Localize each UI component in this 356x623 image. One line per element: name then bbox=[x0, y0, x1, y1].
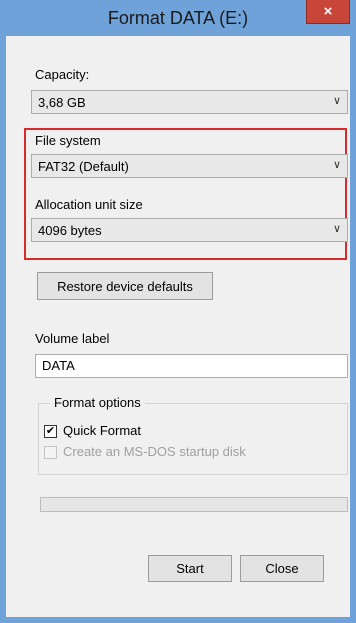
dialog-client-area: Capacity: 3,68 GB ∨ File system FAT32 (D… bbox=[6, 36, 350, 617]
capacity-select[interactable]: 3,68 GB ∨ bbox=[31, 90, 348, 114]
window-close-button[interactable]: × bbox=[306, 0, 350, 24]
msdos-startup-label: Create an MS-DOS startup disk bbox=[63, 444, 246, 459]
chevron-down-icon: ∨ bbox=[332, 95, 341, 107]
volume-label-caption: Volume label bbox=[35, 331, 110, 346]
window-title: Format DATA (E:) bbox=[107, 8, 249, 28]
close-button[interactable]: Close bbox=[240, 555, 324, 582]
allocation-value: 4096 bytes bbox=[38, 223, 102, 238]
msdos-startup-checkbox bbox=[44, 446, 57, 459]
restore-defaults-button[interactable]: Restore device defaults bbox=[37, 272, 213, 300]
chevron-down-icon: ∨ bbox=[332, 159, 341, 171]
format-options-title: Format options bbox=[50, 395, 145, 410]
file-system-value: FAT32 (Default) bbox=[38, 159, 129, 174]
capacity-label: Capacity: bbox=[35, 67, 90, 82]
capacity-value: 3,68 GB bbox=[38, 95, 86, 110]
file-system-label: File system bbox=[35, 133, 101, 148]
format-options-group bbox=[38, 403, 348, 475]
title-bar[interactable]: Format DATA (E:) × bbox=[0, 0, 356, 36]
allocation-select[interactable]: 4096 bytes ∨ bbox=[31, 218, 348, 242]
close-icon: × bbox=[323, 3, 333, 20]
checkmark-icon: ✔ bbox=[45, 425, 56, 437]
format-dialog-window: Format DATA (E:) × Capacity: 3,68 GB ∨ F… bbox=[0, 0, 356, 623]
file-system-select[interactable]: FAT32 (Default) ∨ bbox=[31, 154, 348, 178]
format-progress-bar bbox=[40, 497, 348, 512]
allocation-label: Allocation unit size bbox=[35, 197, 143, 212]
quick-format-label[interactable]: Quick Format bbox=[63, 423, 141, 438]
quick-format-checkbox[interactable]: ✔ bbox=[44, 425, 57, 438]
start-button[interactable]: Start bbox=[148, 555, 232, 582]
chevron-down-icon: ∨ bbox=[332, 223, 341, 235]
volume-label-input[interactable]: DATA bbox=[35, 354, 348, 378]
